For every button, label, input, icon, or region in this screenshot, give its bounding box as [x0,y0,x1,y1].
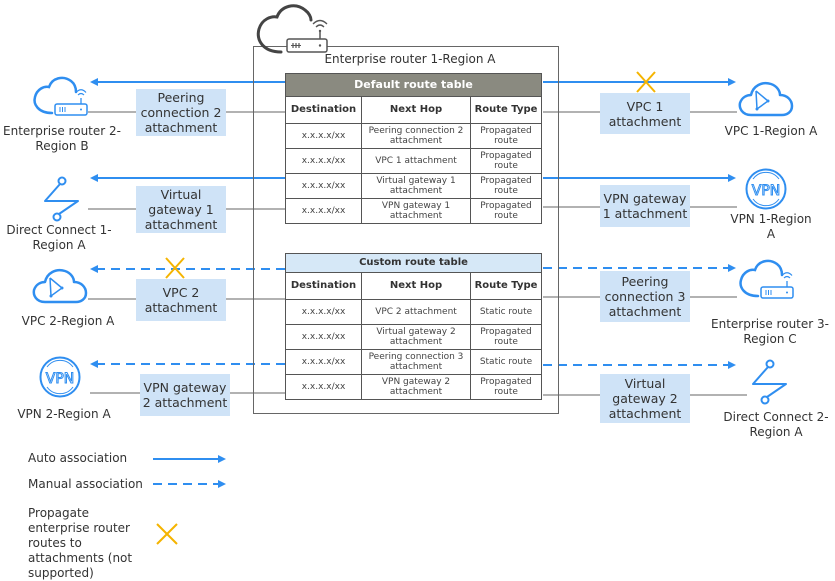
destination-cell: x.x.x.x/xx [285,324,362,350]
legend-auto-association: Auto association [28,451,128,465]
next-hop-cell: Virtual gateway 1 attachment [361,173,471,199]
cloud-router-icon [256,4,328,54]
legend-manual-association: Manual association [28,477,143,491]
route-type-cell: Propagated route [470,324,542,350]
legend-cross-icon [156,523,178,545]
node-label-vpc-1: VPC 1-Region A [724,124,818,138]
custom-route-table-title: Custom route table [285,253,542,273]
default-route-table: Default route table Destination Next Hop… [285,73,542,224]
svg-text:VPN: VPN [752,183,781,199]
node-label-direct-connect-1: Direct Connect 1-Region A [6,223,112,252]
node-label-enterprise-router-2: Enterprise router 2-Region B [3,124,121,153]
route-type-cell: Propagated route [470,148,542,174]
vpn-icon: VPN [39,356,81,398]
attachment-peering-connection-3: Peering connection 3 attachment [600,271,690,322]
custom-route-table: Custom route table Destination Next Hop … [285,253,542,400]
column-header-next-hop: Next Hop [361,272,471,300]
destination-cell: x.x.x.x/xx [285,123,362,149]
table-row: x.x.x.x/xx Peering connection 2 attachme… [285,123,542,149]
node-label-vpn-2: VPN 2-Region A [17,407,111,421]
cross-icon [165,257,185,279]
route-type-cell: Propagated route [470,198,542,224]
table-row: x.x.x.x/xx Virtual gateway 2 attachment … [285,324,542,350]
destination-cell: x.x.x.x/xx [285,173,362,199]
cloud-router-icon [33,76,88,116]
destination-cell: x.x.x.x/xx [285,349,362,375]
direct-connect-icon [44,176,79,222]
node-label-vpn-1: VPN 1-Region A [730,212,812,241]
route-type-cell: Propagated route [470,123,542,149]
center-router-label: Enterprise router 1-Region A [324,52,496,66]
attachment-vpn-gateway-2: VPN gateway 2 attachment [140,374,230,416]
next-hop-cell: Peering connection 2 attachment [361,123,471,149]
default-route-table-title: Default route table [285,73,542,97]
attachment-virtual-gateway-1: Virtual gateway 1 attachment [136,186,226,233]
next-hop-cell: Peering connection 3 attachment [361,349,471,375]
route-type-cell: Propagated route [470,374,542,400]
route-type-cell: Propagated route [470,173,542,199]
column-header-route-type: Route Type [470,272,542,300]
legend-not-supported: Propagate enterprise router routes to at… [28,506,133,580]
table-row: x.x.x.x/xx VPN gateway 2 attachment Prop… [285,374,542,400]
node-label-enterprise-router-3: Enterprise router 3-Region C [711,317,829,346]
attachment-vpc-1: VPC 1 attachment [600,93,690,134]
route-type-cell: Static route [470,299,542,325]
route-type-cell: Static route [470,349,542,375]
destination-cell: x.x.x.x/xx [285,198,362,224]
next-hop-cell: VPC 2 attachment [361,299,471,325]
attachment-peering-connection-2: Peering connection 2 attachment [136,89,226,136]
column-header-route-type: Route Type [470,96,542,124]
vpn-icon: VPN [745,168,787,210]
direct-connect-icon [752,359,787,405]
column-header-destination: Destination [285,272,362,300]
table-row: x.x.x.x/xx Virtual gateway 1 attachment … [285,173,542,199]
attachment-virtual-gateway-2: Virtual gateway 2 attachment [600,374,690,423]
vpc-cloud-icon [32,268,88,304]
svg-text:VPN: VPN [46,371,75,387]
next-hop-cell: Virtual gateway 2 attachment [361,324,471,350]
table-row: x.x.x.x/xx Peering connection 3 attachme… [285,349,542,375]
column-header-next-hop: Next Hop [361,96,471,124]
node-label-direct-connect-2: Direct Connect 2-Region A [723,410,829,439]
destination-cell: x.x.x.x/xx [285,374,362,400]
node-label-vpc-2: VPC 2-Region A [21,314,115,328]
vpc-cloud-icon [738,81,794,117]
next-hop-cell: VPC 1 attachment [361,148,471,174]
table-row: x.x.x.x/xx VPN gateway 1 attachment Prop… [285,198,542,224]
column-header-destination: Destination [285,96,362,124]
table-row: x.x.x.x/xx VPC 1 attachment Propagated r… [285,148,542,174]
next-hop-cell: VPN gateway 2 attachment [361,374,471,400]
destination-cell: x.x.x.x/xx [285,299,362,325]
next-hop-cell: VPN gateway 1 attachment [361,198,471,224]
attachment-vpn-gateway-1: VPN gateway 1 attachment [600,185,690,227]
cloud-router-icon [739,259,794,299]
destination-cell: x.x.x.x/xx [285,148,362,174]
attachment-vpc-2: VPC 2 attachment [136,279,226,321]
table-row: x.x.x.x/xx VPC 2 attachment Static route [285,299,542,325]
